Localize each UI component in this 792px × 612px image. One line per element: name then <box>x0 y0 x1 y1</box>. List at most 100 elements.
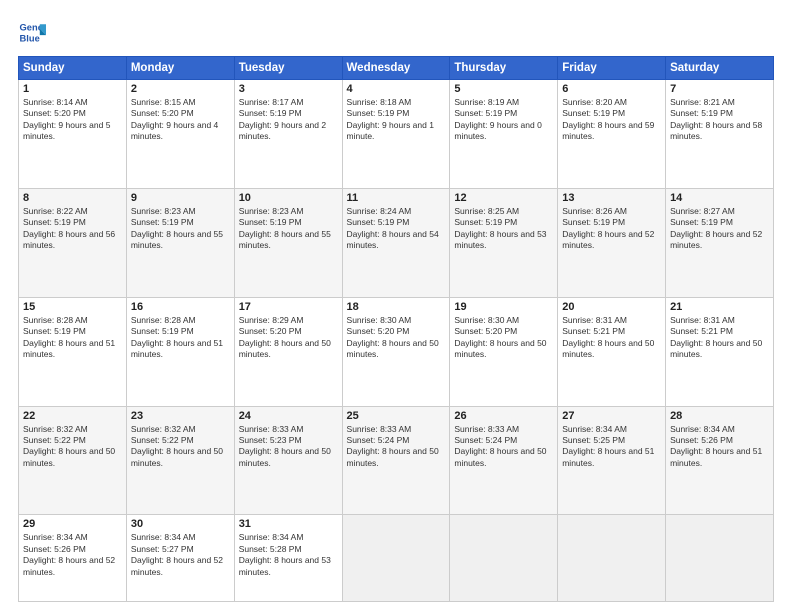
weekday-header-thursday: Thursday <box>450 57 558 80</box>
calendar-cell: 11 Sunrise: 8:24 AM Sunset: 5:19 PM Dayli… <box>342 188 450 297</box>
day-number: 13 <box>562 192 661 204</box>
day-number: 28 <box>670 410 769 422</box>
calendar-cell: 4Sunrise: 8:18 AM Sunset: 5:19 PM Daylig… <box>342 80 450 189</box>
day-number: 11 <box>347 192 446 204</box>
day-number: 18 <box>347 301 446 313</box>
calendar-cell: 3 Sunrise: 8:17 AM Sunset: 5:19 PM Daylig… <box>234 80 342 189</box>
calendar-cell: 6 Sunrise: 8:20 AM Sunset: 5:19 PM Daylig… <box>558 80 666 189</box>
calendar-cell: 7 Sunrise: 8:21 AM Sunset: 5:19 PM Daylig… <box>666 80 774 189</box>
day-info: Sunrise: 8:33 AM Sunset: 5:24 PM Dayligh… <box>454 424 553 470</box>
logo-icon: General Blue <box>18 18 46 46</box>
day-number: 19 <box>454 301 553 313</box>
calendar-cell: 17 Sunrise: 8:29 AM Sunset: 5:20 PM Dayli… <box>234 297 342 406</box>
day-info: Sunrise: 8:30 AM Sunset: 5:20 PM Dayligh… <box>454 315 553 361</box>
calendar-cell <box>450 515 558 602</box>
day-info: Sunrise: 8:26 AM Sunset: 5:19 PM Dayligh… <box>562 206 661 252</box>
calendar-cell <box>342 515 450 602</box>
day-number: 26 <box>454 410 553 422</box>
day-number: 1 <box>23 83 122 95</box>
day-number: 20 <box>562 301 661 313</box>
day-info: Sunrise: 8:32 AM Sunset: 5:22 PM Dayligh… <box>131 424 230 470</box>
calendar-cell: 13 Sunrise: 8:26 AM Sunset: 5:19 PM Dayli… <box>558 188 666 297</box>
calendar-cell: 22 Sunrise: 8:32 AM Sunset: 5:22 PM Dayli… <box>19 406 127 515</box>
weekday-header-saturday: Saturday <box>666 57 774 80</box>
header: General Blue <box>18 18 774 46</box>
day-info: Sunrise: 8:14 AM Sunset: 5:20 PM Dayligh… <box>23 97 122 143</box>
calendar-cell <box>666 515 774 602</box>
calendar-cell: 18 Sunrise: 8:30 AM Sunset: 5:20 PM Dayli… <box>342 297 450 406</box>
day-number: 15 <box>23 301 122 313</box>
day-info: Sunrise: 8:33 AM Sunset: 5:23 PM Dayligh… <box>239 424 338 470</box>
weekday-header-wednesday: Wednesday <box>342 57 450 80</box>
day-info: Sunrise: 8:17 AM Sunset: 5:19 PM Dayligh… <box>239 97 338 143</box>
calendar-cell: 23 Sunrise: 8:32 AM Sunset: 5:22 PM Dayli… <box>126 406 234 515</box>
logo: General Blue <box>18 18 50 46</box>
day-number: 25 <box>347 410 446 422</box>
calendar-cell: 29 Sunrise: 8:34 AM Sunset: 5:26 PM Dayli… <box>19 515 127 602</box>
calendar-cell: 12 Sunrise: 8:25 AM Sunset: 5:19 PM Dayli… <box>450 188 558 297</box>
svg-text:Blue: Blue <box>20 33 40 43</box>
day-info: Sunrise: 8:30 AM Sunset: 5:20 PM Dayligh… <box>347 315 446 361</box>
day-number: 9 <box>131 192 230 204</box>
day-number: 23 <box>131 410 230 422</box>
calendar-cell: 20 Sunrise: 8:31 AM Sunset: 5:21 PM Dayli… <box>558 297 666 406</box>
day-info: Sunrise: 8:24 AM Sunset: 5:19 PM Dayligh… <box>347 206 446 252</box>
day-info: Sunrise: 8:33 AM Sunset: 5:24 PM Dayligh… <box>347 424 446 470</box>
calendar-cell: 24 Sunrise: 8:33 AM Sunset: 5:23 PM Dayli… <box>234 406 342 515</box>
day-info: Sunrise: 8:28 AM Sunset: 5:19 PM Dayligh… <box>23 315 122 361</box>
day-number: 29 <box>23 518 122 530</box>
day-number: 8 <box>23 192 122 204</box>
day-info: Sunrise: 8:28 AM Sunset: 5:19 PM Dayligh… <box>131 315 230 361</box>
day-info: Sunrise: 8:18 AM Sunset: 5:19 PM Dayligh… <box>347 97 446 143</box>
calendar-cell: 2 Sunrise: 8:15 AM Sunset: 5:20 PM Daylig… <box>126 80 234 189</box>
day-number: 14 <box>670 192 769 204</box>
day-info: Sunrise: 8:25 AM Sunset: 5:19 PM Dayligh… <box>454 206 553 252</box>
day-info: Sunrise: 8:29 AM Sunset: 5:20 PM Dayligh… <box>239 315 338 361</box>
page: General Blue SundayMondayTuesdayWednesda… <box>0 0 792 612</box>
day-info: Sunrise: 8:34 AM Sunset: 5:27 PM Dayligh… <box>131 532 230 578</box>
day-info: Sunrise: 8:22 AM Sunset: 5:19 PM Dayligh… <box>23 206 122 252</box>
calendar: SundayMondayTuesdayWednesdayThursdayFrid… <box>18 56 774 602</box>
calendar-cell: 1 Sunrise: 8:14 AM Sunset: 5:20 PM Daylig… <box>19 80 127 189</box>
day-number: 21 <box>670 301 769 313</box>
calendar-cell: 31 Sunrise: 8:34 AM Sunset: 5:28 PM Dayli… <box>234 515 342 602</box>
day-number: 2 <box>131 83 230 95</box>
day-number: 12 <box>454 192 553 204</box>
day-number: 31 <box>239 518 338 530</box>
calendar-cell: 21 Sunrise: 8:31 AM Sunset: 5:21 PM Dayli… <box>666 297 774 406</box>
day-info: Sunrise: 8:21 AM Sunset: 5:19 PM Dayligh… <box>670 97 769 143</box>
calendar-cell <box>558 515 666 602</box>
calendar-cell: 16Sunrise: 8:28 AM Sunset: 5:19 PM Dayli… <box>126 297 234 406</box>
calendar-cell: 27 Sunrise: 8:34 AM Sunset: 5:25 PM Dayli… <box>558 406 666 515</box>
day-number: 6 <box>562 83 661 95</box>
day-info: Sunrise: 8:34 AM Sunset: 5:28 PM Dayligh… <box>239 532 338 578</box>
day-number: 22 <box>23 410 122 422</box>
calendar-cell: 10Sunrise: 8:23 AM Sunset: 5:19 PM Dayli… <box>234 188 342 297</box>
day-number: 27 <box>562 410 661 422</box>
day-info: Sunrise: 8:31 AM Sunset: 5:21 PM Dayligh… <box>670 315 769 361</box>
day-number: 7 <box>670 83 769 95</box>
day-info: Sunrise: 8:34 AM Sunset: 5:26 PM Dayligh… <box>23 532 122 578</box>
day-number: 3 <box>239 83 338 95</box>
calendar-cell: 15 Sunrise: 8:28 AM Sunset: 5:19 PM Dayli… <box>19 297 127 406</box>
day-number: 24 <box>239 410 338 422</box>
calendar-cell: 30Sunrise: 8:34 AM Sunset: 5:27 PM Dayli… <box>126 515 234 602</box>
calendar-cell: 14Sunrise: 8:27 AM Sunset: 5:19 PM Dayli… <box>666 188 774 297</box>
day-number: 17 <box>239 301 338 313</box>
day-info: Sunrise: 8:32 AM Sunset: 5:22 PM Dayligh… <box>23 424 122 470</box>
weekday-header-friday: Friday <box>558 57 666 80</box>
calendar-cell: 8 Sunrise: 8:22 AM Sunset: 5:19 PM Daylig… <box>19 188 127 297</box>
weekday-header-monday: Monday <box>126 57 234 80</box>
day-number: 5 <box>454 83 553 95</box>
day-info: Sunrise: 8:23 AM Sunset: 5:19 PM Dayligh… <box>239 206 338 252</box>
calendar-cell: 25 Sunrise: 8:33 AM Sunset: 5:24 PM Dayli… <box>342 406 450 515</box>
calendar-cell: 19 Sunrise: 8:30 AM Sunset: 5:20 PM Dayli… <box>450 297 558 406</box>
day-info: Sunrise: 8:20 AM Sunset: 5:19 PM Dayligh… <box>562 97 661 143</box>
weekday-header-row: SundayMondayTuesdayWednesdayThursdayFrid… <box>19 57 774 80</box>
day-info: Sunrise: 8:15 AM Sunset: 5:20 PM Dayligh… <box>131 97 230 143</box>
day-info: Sunrise: 8:34 AM Sunset: 5:25 PM Dayligh… <box>562 424 661 470</box>
day-info: Sunrise: 8:31 AM Sunset: 5:21 PM Dayligh… <box>562 315 661 361</box>
calendar-cell: 28 Sunrise: 8:34 AM Sunset: 5:26 PM Dayli… <box>666 406 774 515</box>
day-info: Sunrise: 8:34 AM Sunset: 5:26 PM Dayligh… <box>670 424 769 470</box>
day-info: Sunrise: 8:19 AM Sunset: 5:19 PM Dayligh… <box>454 97 553 143</box>
